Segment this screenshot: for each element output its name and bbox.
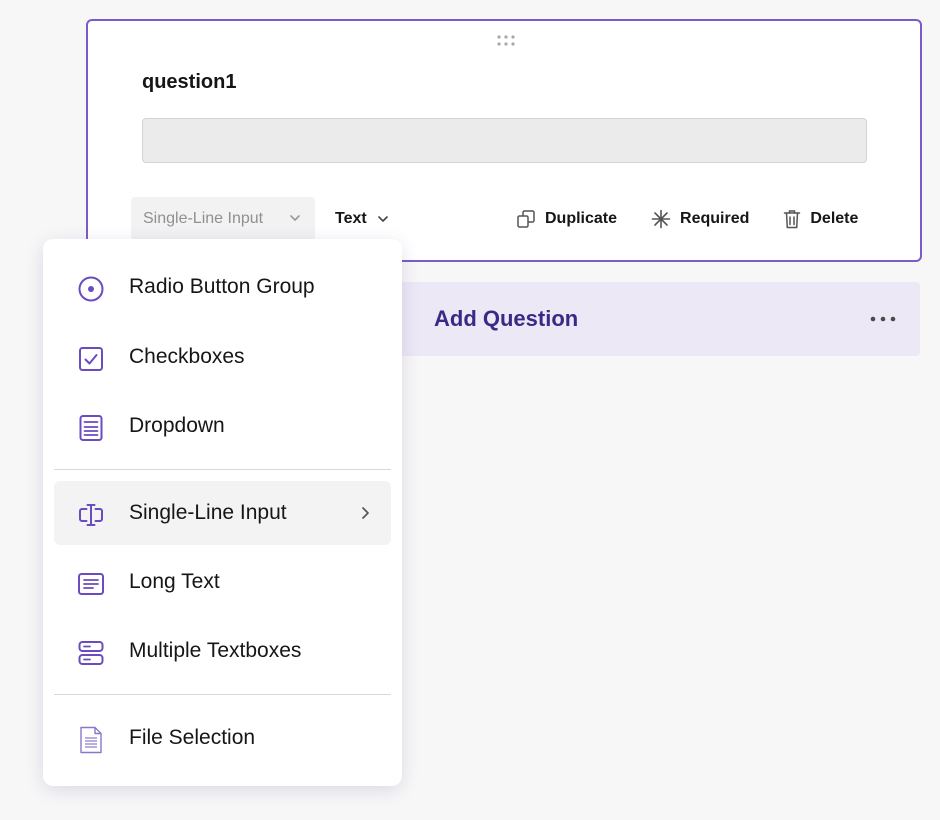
delete-button[interactable]: Delete	[783, 209, 858, 229]
menu-item-file-selection[interactable]: File Selection	[54, 706, 391, 770]
question-type-menu: Radio Button Group Checkboxes Dropdown S…	[43, 239, 402, 786]
menu-item-dropdown[interactable]: Dropdown	[54, 394, 391, 458]
required-toggle[interactable]: Required	[651, 209, 749, 229]
chevron-down-icon	[377, 216, 388, 222]
duplicate-label: Duplicate	[545, 210, 618, 227]
menu-item-checkboxes[interactable]: Checkboxes	[54, 325, 391, 389]
chevron-right-icon	[362, 507, 369, 519]
form-editor: question1 Single-Line Input Text Duplica…	[0, 0, 940, 820]
delete-label: Delete	[810, 210, 859, 227]
menu-item-radio-button-group[interactable]: Radio Button Group	[54, 255, 391, 319]
multiple-textboxes-icon	[78, 641, 104, 665]
more-horizontal-icon[interactable]	[870, 316, 896, 322]
menu-separator	[54, 694, 391, 695]
checkbox-icon	[79, 347, 103, 371]
menu-separator	[54, 469, 391, 470]
question-type-value: Single-Line Input	[143, 210, 264, 227]
duplicate-button[interactable]: Duplicate	[516, 209, 617, 229]
trash-icon	[784, 210, 801, 229]
menu-item-label: Radio Button Group	[129, 275, 315, 298]
menu-item-multiple-textboxes[interactable]: Multiple Textboxes	[54, 619, 391, 683]
add-question-button[interactable]: Add Question	[434, 306, 578, 332]
required-label: Required	[680, 210, 750, 227]
radio-icon	[78, 276, 104, 302]
question-title[interactable]: question1	[142, 71, 236, 94]
menu-item-label: Long Text	[129, 570, 220, 593]
chevron-down-icon	[290, 215, 300, 221]
question-input[interactable]	[142, 118, 867, 163]
menu-item-single-line-input[interactable]: Single-Line Input	[54, 481, 391, 545]
file-icon	[80, 726, 102, 754]
drag-handle-icon[interactable]	[496, 34, 516, 48]
menu-item-label: Multiple Textboxes	[129, 639, 302, 662]
menu-item-label: File Selection	[129, 726, 256, 749]
asterisk-icon	[651, 209, 671, 229]
question-card[interactable]: question1 Single-Line Input Text Duplica…	[86, 19, 922, 262]
answer-format-value: Text	[335, 210, 367, 227]
question-actions: Duplicate Required Delete	[516, 197, 858, 241]
text-cursor-icon	[79, 504, 103, 526]
menu-item-label: Dropdown	[129, 414, 225, 437]
menu-item-label: Checkboxes	[129, 345, 245, 368]
dropdown-list-icon	[79, 415, 103, 441]
long-text-icon	[78, 573, 104, 595]
answer-format-select[interactable]: Text	[335, 197, 389, 241]
menu-item-label: Single-Line Input	[129, 501, 287, 524]
menu-item-long-text[interactable]: Long Text	[54, 550, 391, 614]
duplicate-icon	[517, 210, 535, 228]
question-type-select[interactable]: Single-Line Input	[131, 197, 315, 249]
